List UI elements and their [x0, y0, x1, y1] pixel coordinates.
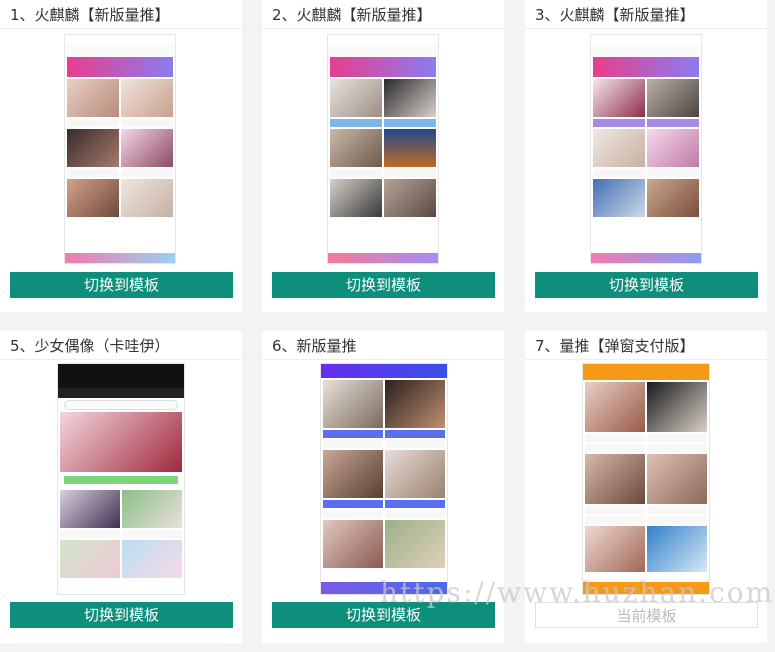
preview-navbar	[591, 45, 701, 57]
preview-navbar	[321, 364, 447, 378]
template-title: 7、量推【弹窗支付版】	[535, 337, 695, 355]
divider	[0, 359, 242, 360]
template-title: 1、火麒麟【新版量推】	[10, 6, 170, 24]
template-title: 3、火麒麟【新版量推】	[535, 6, 695, 24]
template-card-1: 1、火麒麟【新版量推】 切换到模板	[0, 0, 242, 312]
status-bar	[65, 35, 175, 45]
switch-template-button[interactable]: 切换到模板	[10, 272, 233, 298]
switch-template-button[interactable]: 切换到模板	[10, 602, 233, 628]
preview-navbar	[328, 45, 438, 57]
divider	[525, 359, 767, 360]
template-preview-thumbnail	[320, 363, 448, 595]
preview-banner	[330, 57, 436, 77]
status-bar	[328, 35, 438, 45]
current-template-button[interactable]: 当前模板	[535, 602, 758, 628]
preview-navbar	[583, 364, 709, 380]
template-title: 5、少女偶像（卡哇伊）	[10, 337, 170, 355]
template-card-6: 6、新版量推 切换到模板	[262, 331, 504, 643]
template-card-2: 2、火麒麟【新版量推】 切换到模板	[262, 0, 504, 312]
template-card-3: 3、火麒麟【新版量推】 切换到模板	[525, 0, 767, 312]
template-preview-thumbnail	[590, 34, 702, 264]
template-preview-thumbnail	[57, 363, 185, 595]
preview-banner	[593, 57, 699, 77]
divider	[525, 28, 767, 29]
switch-template-button[interactable]: 切换到模板	[272, 602, 495, 628]
template-preview-thumbnail	[582, 363, 710, 595]
preview-banner	[60, 412, 182, 472]
divider	[262, 28, 504, 29]
divider	[262, 359, 504, 360]
template-card-7: 7、量推【弹窗支付版】 当前模板	[525, 331, 767, 643]
divider	[0, 28, 242, 29]
preview-navbar	[58, 364, 184, 388]
template-preview-thumbnail	[64, 34, 176, 264]
switch-template-button[interactable]: 切换到模板	[272, 272, 495, 298]
template-title: 6、新版量推	[272, 337, 357, 355]
template-title: 2、火麒麟【新版量推】	[272, 6, 432, 24]
template-preview-thumbnail	[327, 34, 439, 264]
status-bar	[591, 35, 701, 45]
template-card-5: 5、少女偶像（卡哇伊） 切换到模板	[0, 331, 242, 643]
preview-banner	[67, 57, 173, 77]
preview-navbar	[65, 45, 175, 57]
switch-template-button[interactable]: 切换到模板	[535, 272, 758, 298]
